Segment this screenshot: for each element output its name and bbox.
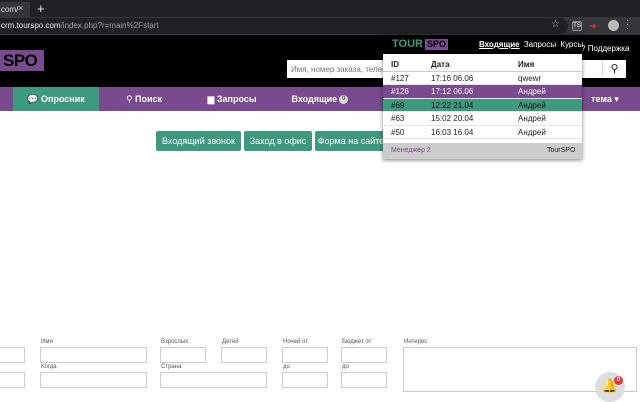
popup-footer: Менеджер 2 TourSPO [383, 143, 582, 159]
url-path: /index.php?r=main%2Fstart [60, 21, 159, 30]
url-host: crm.tourspo.com [1, 21, 61, 30]
nav-item-incoming[interactable]: Входящие 0 [277, 87, 363, 111]
table-row[interactable]: #63 15:02 20.04 Андрей [383, 112, 582, 126]
popup-tab-incoming[interactable]: Входящие [479, 40, 520, 49]
input-field[interactable] [0, 347, 25, 363]
extension-popup: TOUR SPO Входящие Запросы Курсы ID Дата … [383, 35, 585, 159]
adults-input[interactable] [160, 347, 206, 363]
row-name: Андрей [518, 127, 546, 137]
notification-count-badge: 0 [614, 376, 623, 385]
nav-label: тема [591, 94, 612, 104]
search-icon: ⚲ [125, 94, 133, 104]
nav-label: Поиск [135, 94, 163, 104]
row-name: qwewr [518, 73, 542, 83]
row-name: Андрей [518, 100, 546, 110]
row-date: 17:16 06.06 [431, 73, 474, 83]
profile-avatar-icon[interactable] [608, 20, 619, 31]
row-name: Андрей [518, 114, 546, 123]
when-input[interactable] [40, 372, 147, 388]
column-header: Дата [431, 60, 450, 69]
popup-tabs: Входящие Запросы Курсы [479, 40, 585, 49]
extension-tourspo-icon[interactable]: TS [572, 21, 582, 31]
support-label: Поддержка [587, 44, 630, 53]
browser-toolbar: crm.tourspo.com/index.php?r=main%2Fstart… [0, 16, 640, 35]
incoming-call-button[interactable]: Входящий звонок [156, 131, 241, 151]
field-label: Страна [161, 364, 182, 370]
nav-item-survey[interactable]: 💬 Опросник [13, 87, 99, 111]
search-icon: ⚲ [610, 63, 619, 75]
tab-title: com/ [1, 5, 19, 14]
popup-logo-spo: SPO [425, 39, 449, 50]
nav-label: Опросник [40, 94, 85, 104]
popup-tab-courses[interactable]: Курсы [560, 40, 583, 49]
name-input[interactable] [40, 347, 147, 363]
field-label: Интерес [404, 339, 428, 345]
browser-tab[interactable]: com/ × [0, 2, 30, 17]
nav-label: Входящие [291, 94, 338, 104]
field-label: Ночей от [283, 339, 308, 345]
table-row[interactable]: #126 17:12 06.06 Андрей [383, 85, 582, 99]
row-date: 15:02 20.04 [431, 114, 474, 123]
popup-logo-tour: TOUR [392, 38, 423, 50]
field-label: Взрослых [161, 339, 189, 345]
table-header: ID Дата Имя [383, 58, 582, 72]
table-row[interactable]: #69 12:22 21.04 Андрей [383, 98, 582, 112]
office-visit-button[interactable]: Заход в офис [244, 131, 312, 151]
browser-menu-icon[interactable]: · · · [626, 16, 632, 34]
field-label: Бюджет от [342, 339, 372, 345]
row-id: #50 [391, 127, 405, 137]
field-label: Имя [41, 339, 53, 345]
field-label: до [283, 364, 290, 370]
nights-from-input[interactable] [282, 347, 328, 363]
incoming-count-badge: 0 [339, 95, 349, 105]
children-input[interactable] [221, 347, 267, 363]
popup-header: TOUR SPO Входящие Запросы Курсы [383, 35, 585, 54]
bookmark-star-icon[interactable]: ☆ [551, 19, 560, 30]
row-date: 12:22 21.04 [431, 100, 474, 110]
nights-to-input[interactable] [282, 372, 328, 388]
row-id: #63 [391, 114, 405, 123]
brand-label: TourSPO [547, 147, 576, 154]
column-header: ID [391, 60, 399, 69]
field-label: до [342, 364, 349, 370]
budget-from-input[interactable] [341, 347, 387, 363]
site-form-button[interactable]: Форма на сайте [315, 131, 387, 151]
comment-icon: 💬 [27, 94, 39, 104]
folder-icon: ▆ [207, 94, 215, 104]
popup-table: ID Дата Имя #127 17:16 06.06 qwewr #126 … [383, 58, 582, 139]
tab-close-icon[interactable]: × [18, 3, 23, 13]
extension-arrow-icon[interactable]: ➜ [589, 21, 597, 32]
caret-down-icon: ▾ [614, 94, 619, 104]
support-link[interactable]: ? Поддержка [581, 44, 629, 53]
row-date: 16:03 16.04 [431, 127, 474, 137]
row-name: Андрей [518, 87, 546, 96]
row-id: #69 [391, 100, 405, 110]
site-logo[interactable]: SPO [0, 50, 44, 71]
popup-tab-requests[interactable]: Запросы [524, 40, 556, 49]
row-date: 17:12 06.06 [431, 87, 474, 96]
address-bar[interactable]: crm.tourspo.com/index.php?r=main%2Fstart [0, 18, 568, 34]
manager-link[interactable]: Менеджер 2 [391, 147, 431, 154]
country-input[interactable] [160, 372, 267, 388]
table-row[interactable]: #50 16:03 16.04 Андрей [383, 126, 582, 139]
nav-item-search[interactable]: ⚲ Поиск [101, 87, 187, 111]
nav-label: Запросы [216, 94, 257, 104]
new-tab-button[interactable]: + [37, 1, 45, 16]
nav-item-requests[interactable]: ▆ Запросы [189, 87, 275, 111]
search-button[interactable]: ⚲ [602, 60, 626, 78]
input-field[interactable] [0, 372, 25, 388]
nav-item-system[interactable]: тема ▾ [580, 87, 630, 111]
browser-tabstrip: com/ × + [0, 0, 640, 17]
field-label: Когда [41, 364, 57, 370]
row-id: #127 [391, 73, 409, 83]
budget-to-input[interactable] [341, 372, 387, 388]
field-label: Детей [222, 339, 239, 345]
column-header: Имя [518, 60, 535, 69]
table-row[interactable]: #127 17:16 06.06 qwewr [383, 72, 582, 85]
row-id: #126 [391, 87, 409, 96]
